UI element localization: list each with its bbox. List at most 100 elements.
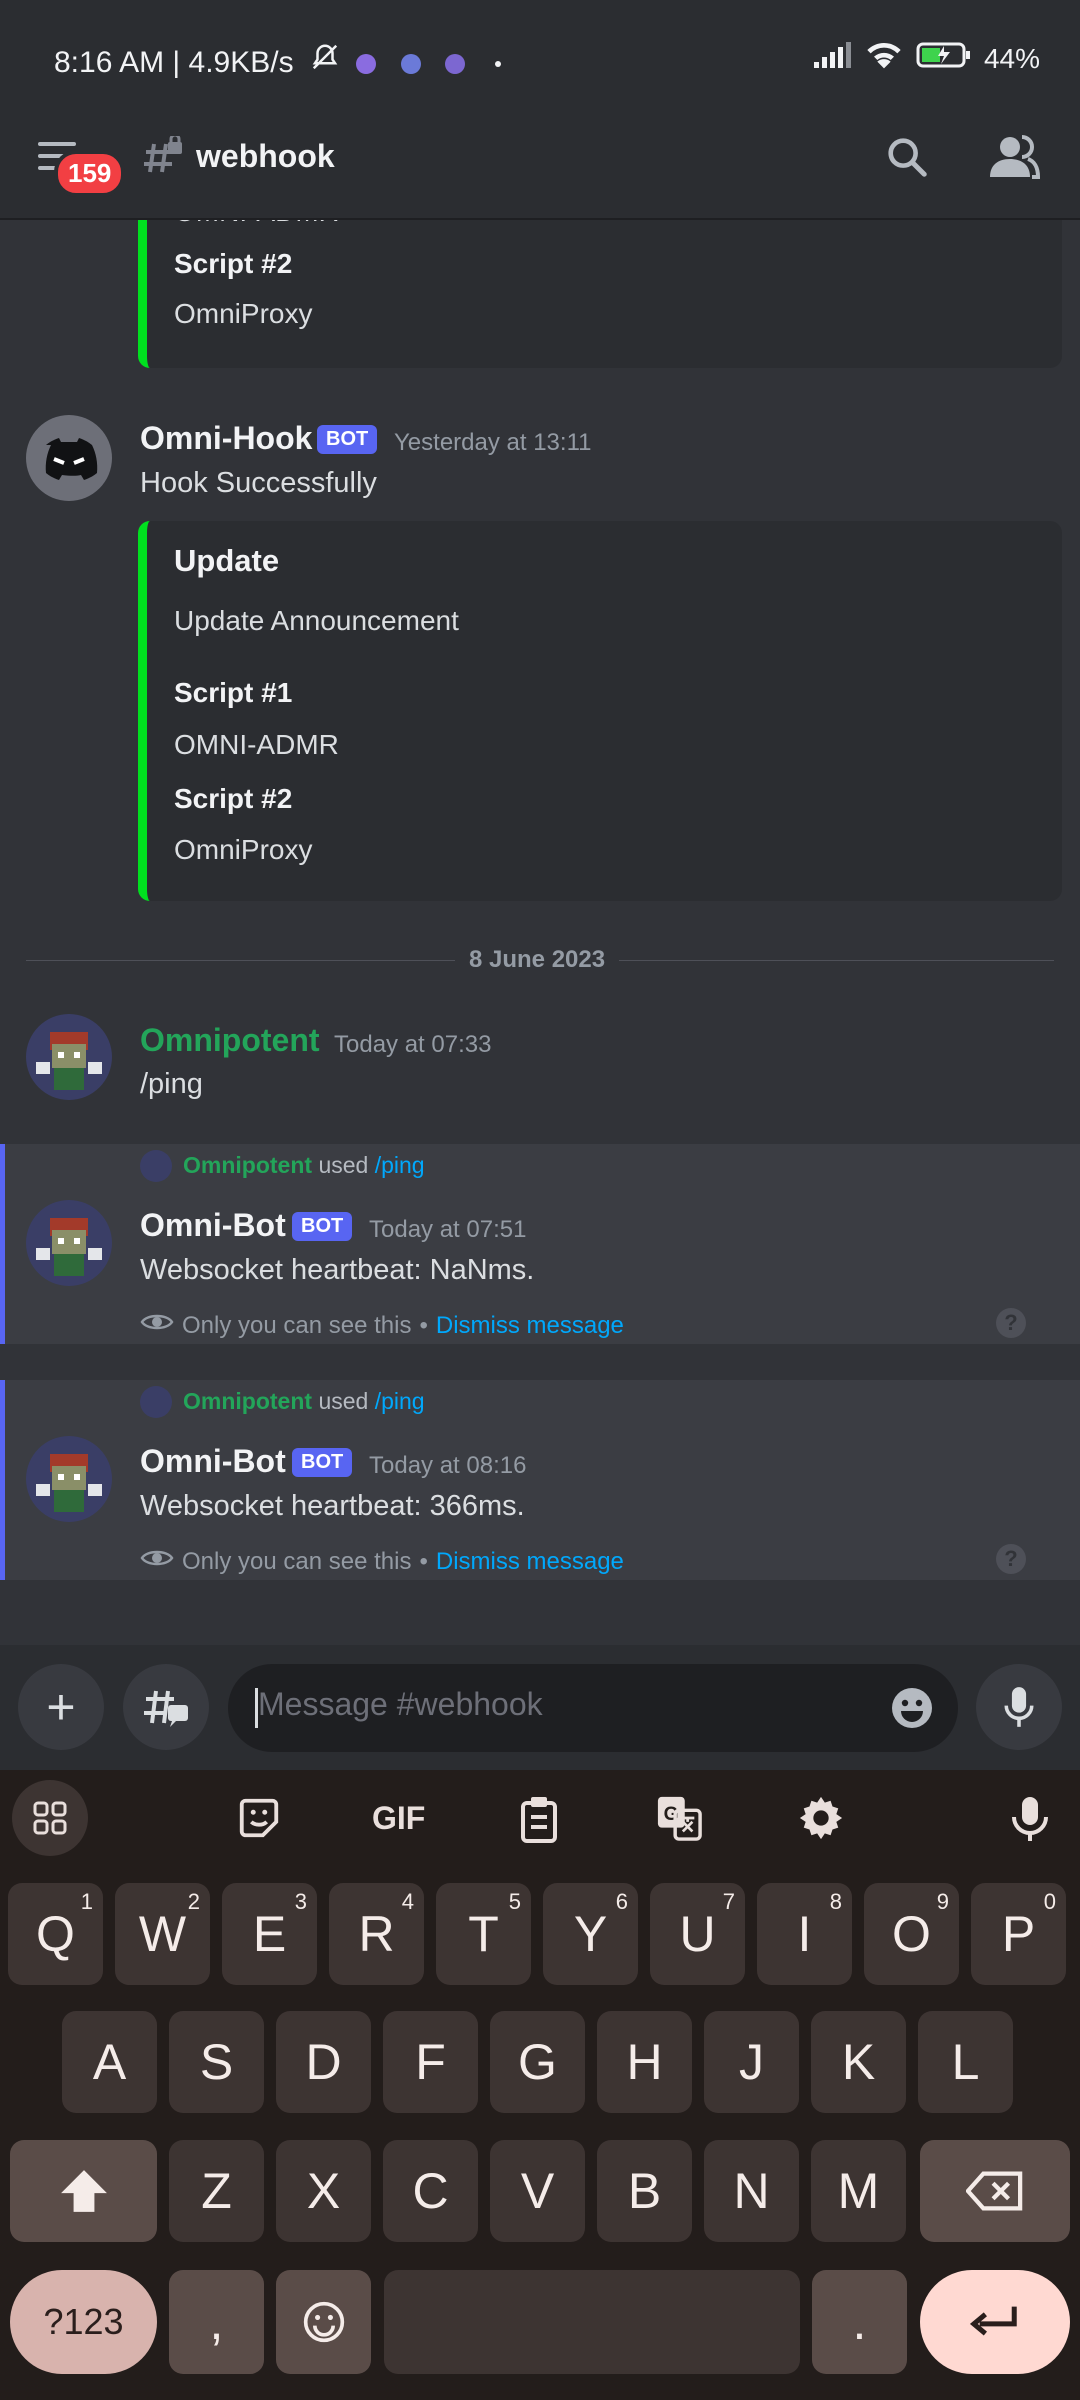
key-number: 7 xyxy=(722,1889,735,1914)
dismiss-message-link[interactable]: Dismiss message xyxy=(436,1312,624,1340)
notification-icon xyxy=(356,54,377,75)
sticker-icon[interactable] xyxy=(236,1795,282,1846)
key-m[interactable]: M xyxy=(811,2140,906,2242)
key-f[interactable]: F xyxy=(383,2011,478,2113)
enter-key[interactable] xyxy=(920,2270,1070,2374)
key-r[interactable]: R4 xyxy=(329,1883,424,1985)
comma-key[interactable]: , xyxy=(169,2270,264,2374)
ephemeral-notice: Only you can see this • Dismiss message xyxy=(140,1310,624,1341)
key-n[interactable]: N xyxy=(704,2140,799,2242)
key-h[interactable]: H xyxy=(597,2011,692,2113)
key-s[interactable]: S xyxy=(169,2011,264,2113)
key-number: 1 xyxy=(80,1889,93,1914)
key-z[interactable]: Z xyxy=(169,2140,264,2242)
avatar-omni-bot[interactable] xyxy=(26,1200,112,1286)
keyboard-mic-icon[interactable] xyxy=(1010,1795,1050,1848)
message-timestamp: Today at 07:51 xyxy=(369,1216,527,1243)
search-icon[interactable] xyxy=(884,134,930,185)
key-label: W xyxy=(138,1906,187,1962)
keyboard-row-3: Z X C V B N M xyxy=(169,2140,909,2242)
key-t[interactable]: T5 xyxy=(436,1883,531,1985)
message-input[interactable]: Message #webhook xyxy=(228,1664,958,1752)
more-notifications-dot xyxy=(495,61,502,68)
shift-key[interactable] xyxy=(10,2140,157,2242)
key-label: I xyxy=(797,1906,812,1962)
key-number: 4 xyxy=(401,1889,414,1914)
help-icon[interactable]: ? xyxy=(996,1308,1026,1338)
embed-description: Update Announcement xyxy=(174,605,459,636)
message-text: Websocket heartbeat: 366ms. xyxy=(140,1490,525,1522)
message-author[interactable]: Omni-Hook xyxy=(140,420,312,457)
key-i[interactable]: I8 xyxy=(757,1883,852,1985)
notification-icon xyxy=(444,54,465,75)
channel-name: webhook xyxy=(196,138,335,174)
translate-icon[interactable]: G xyxy=(656,1795,702,1846)
key-label: Q xyxy=(36,1906,75,1962)
space-key[interactable] xyxy=(384,2270,800,2374)
key-u[interactable]: U7 xyxy=(650,1883,745,1985)
help-icon[interactable]: ? xyxy=(996,1544,1026,1574)
settings-gear-icon[interactable] xyxy=(798,1795,844,1846)
gif-button[interactable]: GIF xyxy=(372,1800,425,1837)
members-icon[interactable] xyxy=(988,134,1041,185)
avatar-omni-bot[interactable] xyxy=(26,1436,112,1522)
key-a[interactable]: A xyxy=(62,2011,157,2113)
key-w[interactable]: W2 xyxy=(115,1883,210,1985)
emoji-icon[interactable] xyxy=(888,1684,936,1737)
status-time-text: 8:16 AM | 4.9KB/s xyxy=(54,46,294,79)
microphone-icon xyxy=(1004,1687,1034,1727)
key-v[interactable]: V xyxy=(490,2140,585,2242)
growtopia-avatar-icon xyxy=(36,1454,102,1512)
battery-icon xyxy=(916,40,972,77)
emoji-key[interactable] xyxy=(276,2270,371,2374)
key-q[interactable]: Q1 xyxy=(8,1883,103,1985)
embed-field-value: OmniProxy xyxy=(174,298,313,329)
key-e[interactable]: E3 xyxy=(222,1883,317,1985)
message-author[interactable]: Omnipotent xyxy=(140,1022,320,1059)
key-o[interactable]: O9 xyxy=(864,1883,959,1985)
period-key[interactable]: . xyxy=(812,2270,907,2374)
command-name[interactable]: /ping xyxy=(375,1152,425,1178)
only-you-text: Only you can see this xyxy=(182,1311,412,1339)
key-b[interactable]: B xyxy=(597,2140,692,2242)
reply-avatar xyxy=(140,1386,172,1418)
avatar-omnipotent[interactable] xyxy=(26,1014,112,1100)
key-x[interactable]: X xyxy=(276,2140,371,2242)
signal-icon xyxy=(812,40,852,77)
key-y[interactable]: Y6 xyxy=(543,1883,638,1985)
key-j[interactable]: J xyxy=(704,2011,799,2113)
key-label: O xyxy=(892,1906,931,1962)
backspace-key[interactable] xyxy=(920,2140,1070,2242)
threads-icon xyxy=(144,1690,188,1727)
command-user[interactable]: Omnipotent xyxy=(183,1152,312,1178)
avatar-omni-hook[interactable] xyxy=(26,415,112,501)
apps-grid-icon[interactable] xyxy=(12,1780,88,1856)
voice-message-button[interactable] xyxy=(976,1664,1062,1750)
message-author[interactable]: Omni-Bot xyxy=(140,1443,286,1480)
message-timestamp: Yesterday at 13:11 xyxy=(394,429,592,456)
key-number: 2 xyxy=(187,1889,200,1914)
key-d[interactable]: D xyxy=(276,2011,371,2113)
backspace-icon xyxy=(966,2171,1023,2211)
threads-button[interactable] xyxy=(123,1664,209,1750)
unread-badge: 159 xyxy=(54,150,126,197)
message-author[interactable]: Omni-Bot xyxy=(140,1207,286,1244)
key-k[interactable]: K xyxy=(811,2011,906,2113)
command-user[interactable]: Omnipotent xyxy=(183,1388,312,1414)
smiley-icon xyxy=(303,2301,344,2343)
key-g[interactable]: G xyxy=(490,2011,585,2113)
add-attachment-button[interactable]: + xyxy=(18,1664,104,1750)
command-name[interactable]: /ping xyxy=(375,1388,425,1414)
symbols-key[interactable]: ?123 xyxy=(10,2270,157,2374)
clipboard-icon[interactable] xyxy=(517,1795,561,1848)
only-you-text: Only you can see this xyxy=(182,1547,412,1575)
key-number: 0 xyxy=(1043,1889,1056,1914)
plus-icon: + xyxy=(46,1679,76,1735)
enter-arrow-icon xyxy=(970,2306,1017,2336)
dismiss-message-link[interactable]: Dismiss message xyxy=(436,1548,624,1576)
key-l[interactable]: L xyxy=(918,2011,1013,2113)
key-p[interactable]: P0 xyxy=(971,1883,1066,1985)
key-number: 9 xyxy=(936,1889,949,1914)
ephemeral-notice: Only you can see this • Dismiss message xyxy=(140,1546,624,1577)
key-c[interactable]: C xyxy=(383,2140,478,2242)
